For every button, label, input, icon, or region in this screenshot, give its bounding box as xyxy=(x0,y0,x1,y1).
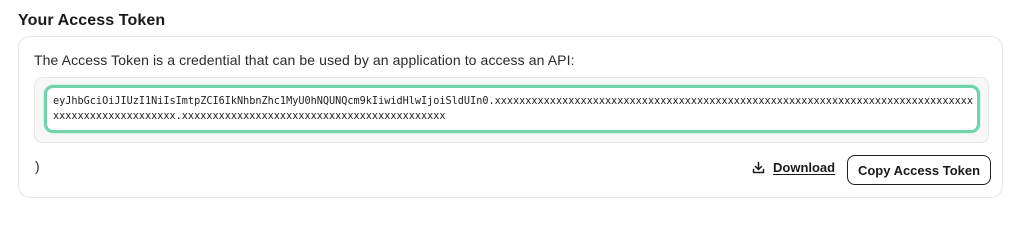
access-token-card: The Access Token is a credential that ca… xyxy=(18,36,1003,198)
token-field[interactable]: eyJhbGciOiJIUzI1NiIsImtpZCI6IkNhbnZhc1My… xyxy=(44,85,980,133)
download-link[interactable]: Download xyxy=(752,160,835,175)
token-value[interactable]: eyJhbGciOiJIUzI1NiIsImtpZCI6IkNhbnZhc1My… xyxy=(53,94,977,124)
download-icon xyxy=(752,161,765,174)
token-container: eyJhbGciOiJIUzI1NiIsImtpZCI6IkNhbnZhc1My… xyxy=(34,77,989,143)
token-description: The Access Token is a credential that ca… xyxy=(34,52,575,68)
copy-access-token-button[interactable]: Copy Access Token xyxy=(847,155,991,185)
download-label[interactable]: Download xyxy=(773,160,835,175)
section-title: Your Access Token xyxy=(18,12,166,29)
trailing-text: ) xyxy=(35,158,40,174)
